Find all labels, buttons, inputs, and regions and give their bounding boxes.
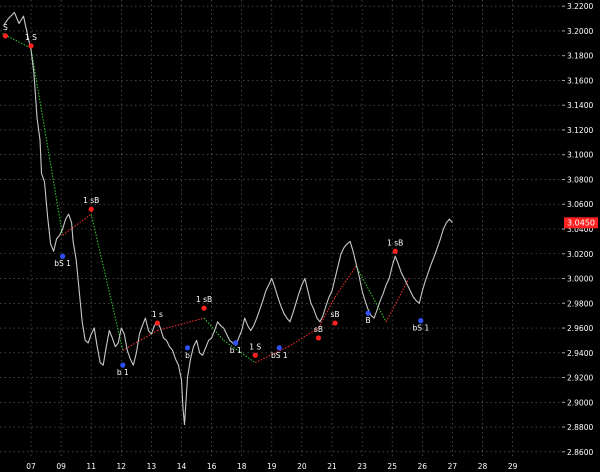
- y-tick-label: 2.9400: [567, 349, 593, 358]
- x-tick-label: 19: [267, 462, 277, 471]
- signal-label: sB: [314, 325, 323, 334]
- x-tick-label: 16: [207, 462, 217, 471]
- x-tick-label: 28: [478, 462, 488, 471]
- sell-signal-marker: [2, 33, 9, 39]
- x-tick-label: 12: [117, 462, 127, 471]
- signal-label: B: [366, 316, 371, 325]
- x-tick-label: 09: [56, 462, 66, 471]
- y-tick-label: 3.0600: [567, 200, 593, 209]
- buy-signal-marker: [233, 340, 239, 346]
- x-tick-label: 27: [448, 462, 458, 471]
- x-tick-label: 18: [237, 462, 247, 471]
- signal-label: 1 S: [25, 33, 37, 42]
- y-tick-label: 2.8600: [567, 448, 593, 457]
- x-tick-label: 13: [147, 462, 157, 471]
- y-tick-label: 2.9000: [567, 398, 593, 407]
- x-tick-label: 20: [297, 462, 307, 471]
- signal-label: sB: [330, 310, 339, 319]
- x-tick-label: 29: [508, 462, 518, 471]
- last-price-label: 3.0450: [567, 219, 595, 228]
- price-chart: S 1 S bS 1 1 sB b 1 1 s b 1 sB b 1 1 S bS 1 sB sB B 1 …: [0, 0, 600, 472]
- buy-signal-marker: [276, 345, 282, 351]
- signal-label: b 1: [117, 368, 129, 377]
- y-tick-label: 3.1000: [567, 151, 593, 160]
- plot-background: [0, 0, 600, 472]
- signal-label: b: [185, 351, 190, 360]
- x-tick-label: 11: [86, 462, 96, 471]
- sell-signal-marker: [332, 320, 338, 326]
- signal-label: S: [3, 23, 8, 32]
- buy-signal-marker: [184, 345, 191, 351]
- x-tick-label: 23: [357, 462, 367, 471]
- y-tick-label: 3.0800: [567, 175, 593, 184]
- y-tick-label: 3.1200: [567, 126, 593, 135]
- x-tick-label: 25: [387, 462, 397, 471]
- buy-signal-marker: [60, 253, 66, 259]
- x-tick-label: 26: [418, 462, 428, 471]
- signal-label: 1 sB: [83, 196, 99, 205]
- sell-signal-marker: [201, 305, 207, 311]
- sell-signal-marker: [252, 352, 258, 358]
- y-tick-label: 3.2000: [567, 27, 593, 36]
- sell-signal-marker: [28, 43, 34, 49]
- buy-signal-marker: [418, 318, 424, 324]
- signal-label: bS 1: [54, 259, 71, 268]
- y-tick-label: 2.9200: [567, 374, 593, 383]
- x-tick-label: 21: [327, 462, 337, 471]
- signal-label: 1 sB: [196, 295, 212, 304]
- sell-signal-marker: [154, 320, 161, 326]
- last-price-box: 3.0450: [564, 217, 598, 229]
- sell-signal-marker: [88, 206, 94, 212]
- y-tick-label: 3.0200: [567, 250, 593, 259]
- signal-label: bS 1: [271, 351, 288, 360]
- buy-signal-marker: [120, 362, 126, 368]
- sell-signal-marker: [315, 335, 322, 341]
- signal-label: 1 S: [249, 342, 261, 351]
- sell-signal-marker: [392, 248, 398, 254]
- x-tick-label: 14: [177, 462, 187, 471]
- y-tick-label: 3.1600: [567, 76, 593, 85]
- signal-label: bS 1: [412, 324, 429, 333]
- y-tick-label: 2.8800: [567, 423, 593, 432]
- y-tick-label: 3.1400: [567, 101, 593, 110]
- y-tick-label: 3.2200: [567, 2, 593, 11]
- y-tick-label: 2.9600: [567, 324, 593, 333]
- signal-label: 1 sB: [387, 238, 403, 247]
- buy-signal-marker: [365, 310, 371, 316]
- y-tick-label: 2.9800: [567, 299, 593, 308]
- y-tick-label: 3.0000: [567, 275, 593, 284]
- signal-label: 1 s: [152, 310, 163, 319]
- signal-label: b 1: [230, 346, 242, 355]
- x-tick-label: 07: [26, 462, 36, 471]
- y-tick-label: 3.1800: [567, 52, 593, 61]
